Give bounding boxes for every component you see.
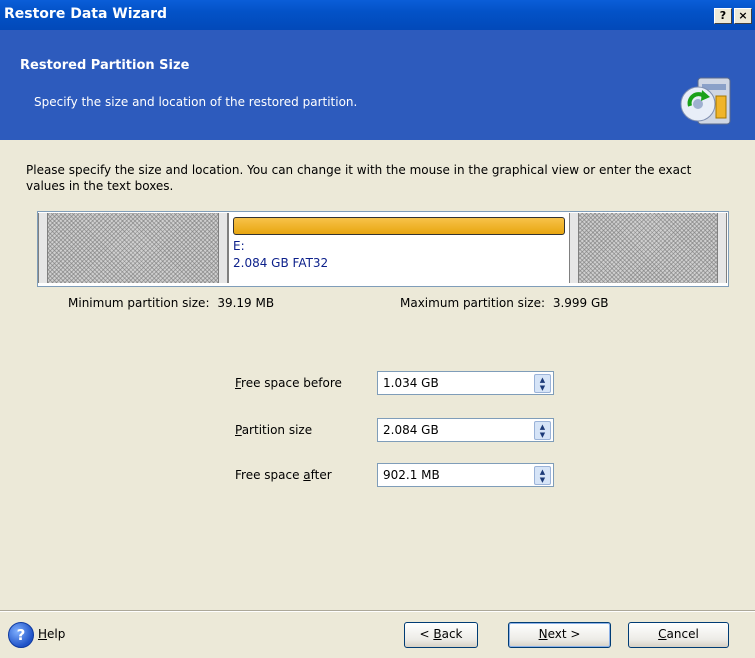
partition-size-spinner[interactable]: 2.084 GB ▲ ▼ [377,418,554,442]
partition-drive-letter: E: [233,239,245,253]
minimum-size-value: 39.19 MB [217,296,275,310]
restore-disk-icon [680,77,731,125]
disk-graphical-view[interactable]: E: 2.084 GB FAT32 [37,211,729,287]
spin-down-icon[interactable]: ▼ [535,431,550,439]
spin-down-icon[interactable]: ▼ [535,476,550,484]
free-space-before-input[interactable]: 1.034 GB [383,376,439,390]
close-button[interactable]: × [734,8,752,24]
partition-size-input[interactable]: 2.084 GB [383,423,439,437]
free-space-before-spin-buttons[interactable]: ▲ ▼ [534,374,551,393]
wizard-header: Restored Partition Size Specify the size… [0,30,755,140]
maximum-size-label: Maximum partition size: [400,296,545,310]
spin-up-icon[interactable]: ▲ [535,468,550,476]
partition-block[interactable]: E: 2.084 GB FAT32 [228,213,570,283]
window-title: Restore Data Wizard [4,6,168,22]
spin-down-icon[interactable]: ▼ [535,384,550,392]
cancel-button[interactable]: Cancel [628,622,729,648]
minimum-size-label: Minimum partition size: [68,296,210,310]
back-button[interactable]: < Back [404,622,478,648]
free-space-after-area[interactable] [579,213,717,283]
partition-left-handle[interactable] [218,213,228,283]
disk-left-edge [38,213,48,283]
partition-info: 2.084 GB FAT32 [233,256,329,270]
help-icon[interactable]: ? [8,622,34,648]
minimum-size: Minimum partition size: 39.19 MB [68,296,274,310]
help-title-button[interactable]: ? [714,8,732,24]
free-space-after-spin-buttons[interactable]: ▲ ▼ [534,466,551,485]
partition-right-handle[interactable] [569,213,579,283]
free-space-after-spinner[interactable]: 902.1 MB ▲ ▼ [377,463,554,487]
title-bar: Restore Data Wizard ? × [0,0,755,30]
free-space-before-label: Free space before [235,376,342,390]
partition-bar [233,217,565,235]
spin-up-icon[interactable]: ▲ [535,376,550,384]
instructions-text: Please specify the size and location. Yo… [26,163,692,193]
free-space-after-input[interactable]: 902.1 MB [383,468,440,482]
help-link[interactable]: Help [38,627,65,641]
spin-up-icon[interactable]: ▲ [535,423,550,431]
page-title: Restored Partition Size [20,58,190,73]
partition-size-label: Partition size [235,423,313,437]
disk-right-edge [717,213,727,283]
footer-divider [0,610,755,612]
free-space-after-label: Free space after [235,468,332,482]
next-button[interactable]: Next > [508,622,611,648]
free-space-before-area[interactable] [48,213,218,283]
maximum-size: Maximum partition size: 3.999 GB [400,296,609,310]
free-space-before-spinner[interactable]: 1.034 GB ▲ ▼ [377,371,554,395]
page-subtitle: Specify the size and location of the res… [34,95,358,109]
partition-size-spin-buttons[interactable]: ▲ ▼ [534,421,551,440]
maximum-size-value: 3.999 GB [552,296,609,310]
